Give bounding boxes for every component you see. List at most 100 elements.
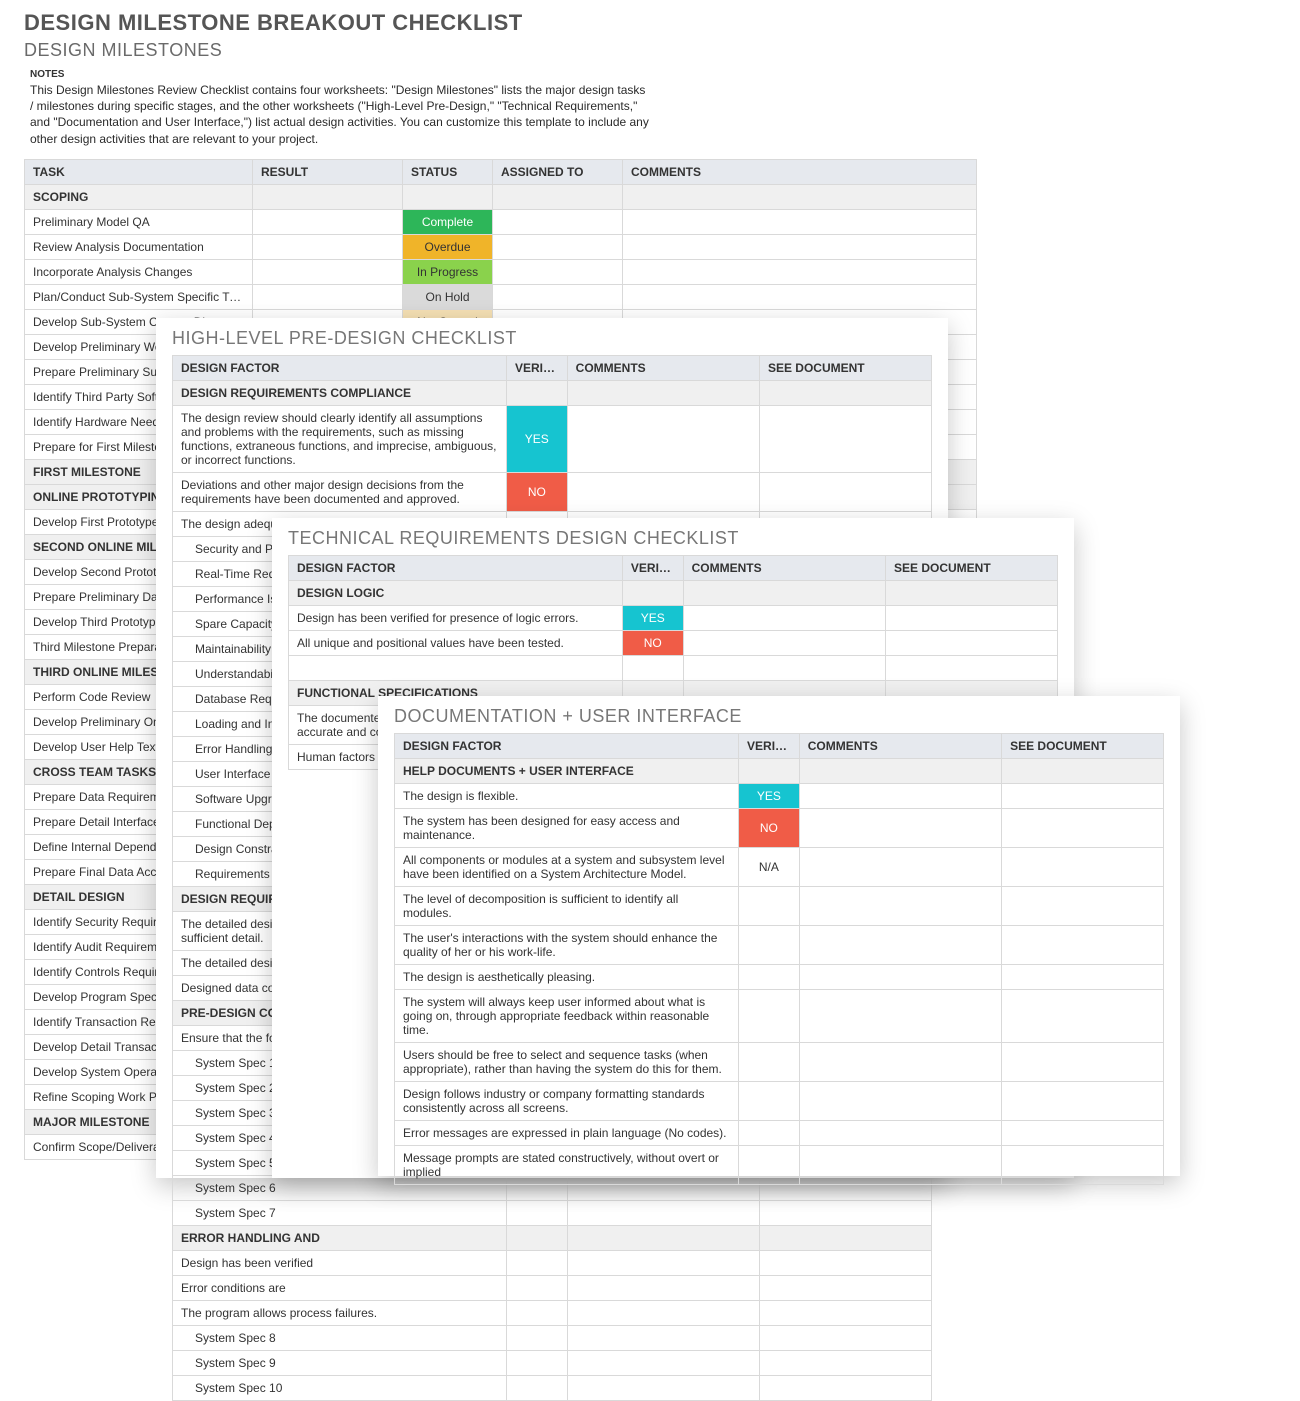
col-assigned: ASSIGNED TO — [493, 159, 623, 184]
task-cell: Review Analysis Documentation — [25, 234, 253, 259]
verified-cell[interactable] — [739, 1082, 800, 1121]
table-row[interactable]: System Spec 7 — [173, 1201, 932, 1226]
col-verified: VERIFIED? — [739, 734, 800, 759]
table-row[interactable]: Preliminary Model QA Complete — [25, 209, 977, 234]
factor-cell: The level of decomposition is sufficient… — [395, 887, 739, 926]
status-cell[interactable]: On Hold — [403, 284, 493, 309]
docui-table: DESIGN FACTOR VERIFIED? COMMENTS SEE DOC… — [394, 733, 1164, 1185]
verified-cell[interactable] — [506, 1376, 567, 1401]
table-row[interactable]: System Spec 8 — [173, 1326, 932, 1351]
verified-cell[interactable]: YES — [622, 606, 683, 631]
verified-cell[interactable] — [739, 965, 800, 990]
table-row[interactable]: ERROR HANDLING AND — [173, 1226, 932, 1251]
factor-cell: The system has been designed for easy ac… — [395, 809, 739, 848]
verified-cell[interactable] — [739, 887, 800, 926]
col-factor: DESIGN FACTOR — [395, 734, 739, 759]
table-row[interactable] — [289, 656, 1058, 681]
col-result: RESULT — [253, 159, 403, 184]
page-subtitle: DESIGN MILESTONES — [24, 40, 1276, 61]
table-row[interactable]: Error messages are expressed in plain la… — [395, 1121, 1164, 1146]
verified-cell[interactable] — [739, 1146, 800, 1185]
table-row[interactable]: The system will always keep user informe… — [395, 990, 1164, 1043]
table-row[interactable]: HELP DOCUMENTS + USER INTERFACE — [395, 759, 1164, 784]
table-row[interactable]: The design review should clearly identif… — [173, 406, 932, 473]
verified-cell[interactable]: YES — [506, 406, 567, 473]
table-row[interactable]: Message prompts are stated constructivel… — [395, 1146, 1164, 1185]
table-row[interactable]: Users should be free to select and seque… — [395, 1043, 1164, 1082]
task-cell: Preliminary Model QA — [25, 209, 253, 234]
col-verified: VERIFIED? — [622, 556, 683, 581]
table-row[interactable]: DESIGN REQUIREMENTS COMPLIANCE — [173, 381, 932, 406]
section-cell: DESIGN REQUIREMENTS COMPLIANCE — [173, 381, 507, 406]
factor-cell: The design review should clearly identif… — [173, 406, 507, 473]
status-cell[interactable]: Overdue — [403, 234, 493, 259]
col-see: SEE DOCUMENT — [885, 556, 1057, 581]
docui-panel: DOCUMENTATION + USER INTERFACE DESIGN FA… — [378, 696, 1180, 1176]
col-verified: VERIFIED? — [506, 356, 567, 381]
factor-cell: All components or modules at a system an… — [395, 848, 739, 887]
table-row[interactable]: Deviations and other major design decisi… — [173, 473, 932, 512]
table-row[interactable]: Incorporate Analysis ChangesIn Progress — [25, 259, 977, 284]
factor-cell: Design follows industry or company forma… — [395, 1082, 739, 1121]
table-row[interactable]: The design is aesthetically pleasing. — [395, 965, 1164, 990]
table-row[interactable]: Design follows industry or company forma… — [395, 1082, 1164, 1121]
factor-cell: Deviations and other major design decisi… — [173, 473, 507, 512]
notes-label: NOTES — [30, 69, 1276, 80]
factor-cell: Message prompts are stated constructivel… — [395, 1146, 739, 1185]
verified-cell[interactable] — [506, 1351, 567, 1376]
verified-cell[interactable]: NO — [739, 809, 800, 848]
tech-title: TECHNICAL REQUIREMENTS DESIGN CHECKLIST — [288, 528, 1058, 549]
factor-cell: The program allows process failures. — [173, 1301, 507, 1326]
table-row[interactable]: All components or modules at a system an… — [395, 848, 1164, 887]
col-factor: DESIGN FACTOR — [173, 356, 507, 381]
verified-cell[interactable] — [506, 1326, 567, 1351]
factor-cell: System Spec 9 — [173, 1351, 507, 1376]
factor-cell: Error messages are expressed in plain la… — [395, 1121, 739, 1146]
factor-cell: The design is flexible. — [395, 784, 739, 809]
factor-cell: The system will always keep user informe… — [395, 990, 739, 1043]
factor-cell: All unique and positional values have be… — [289, 631, 623, 656]
table-row[interactable]: DESIGN LOGIC — [289, 581, 1058, 606]
verified-cell[interactable] — [739, 1043, 800, 1082]
table-row[interactable]: The level of decomposition is sufficient… — [395, 887, 1164, 926]
section-cell: HELP DOCUMENTS + USER INTERFACE — [395, 759, 739, 784]
table-row[interactable]: The program allows process failures. — [173, 1301, 932, 1326]
verified-cell[interactable]: YES — [739, 784, 800, 809]
col-factor: DESIGN FACTOR — [289, 556, 623, 581]
table-row[interactable]: Error conditions are — [173, 1276, 932, 1301]
col-see: SEE DOCUMENT — [759, 356, 931, 381]
factor-cell: Design has been verified — [173, 1251, 507, 1276]
verified-cell[interactable] — [506, 1301, 567, 1326]
table-row[interactable]: Plan/Conduct Sub-System Specific Trainin… — [25, 284, 977, 309]
factor-cell: System Spec 8 — [173, 1326, 507, 1351]
factor-cell: The design is aesthetically pleasing. — [395, 965, 739, 990]
table-row[interactable]: Design has been verified — [173, 1251, 932, 1276]
col-see: SEE DOCUMENT — [1002, 734, 1164, 759]
factor-cell: The user's interactions with the system … — [395, 926, 739, 965]
table-row[interactable]: Design has been verified for presence of… — [289, 606, 1058, 631]
factor-cell: System Spec 10 — [173, 1376, 507, 1401]
status-cell[interactable]: In Progress — [403, 259, 493, 284]
table-row[interactable]: All unique and positional values have be… — [289, 631, 1058, 656]
verified-cell[interactable] — [506, 1201, 567, 1226]
table-row[interactable]: The system has been designed for easy ac… — [395, 809, 1164, 848]
verified-cell[interactable] — [739, 1121, 800, 1146]
status-cell[interactable]: Complete — [403, 209, 493, 234]
col-task: TASK — [25, 159, 253, 184]
table-row[interactable]: Review Analysis Documentation Overdue — [25, 234, 977, 259]
table-row[interactable]: System Spec 9 — [173, 1351, 932, 1376]
notes-text: This Design Milestones Review Checklist … — [30, 82, 650, 147]
verified-cell[interactable]: NO — [506, 473, 567, 512]
verified-cell[interactable] — [739, 926, 800, 965]
verified-cell[interactable] — [506, 1276, 567, 1301]
factor-cell: Design has been verified for presence of… — [289, 606, 623, 631]
verified-cell[interactable] — [506, 1251, 567, 1276]
table-row[interactable]: SCOPING — [25, 184, 977, 209]
verified-cell[interactable]: N/A — [739, 848, 800, 887]
col-comments: COMMENTS — [799, 734, 1001, 759]
table-row[interactable]: The user's interactions with the system … — [395, 926, 1164, 965]
verified-cell[interactable]: NO — [622, 631, 683, 656]
table-row[interactable]: System Spec 10 — [173, 1376, 932, 1401]
verified-cell[interactable] — [739, 990, 800, 1043]
table-row[interactable]: The design is flexible.YES — [395, 784, 1164, 809]
